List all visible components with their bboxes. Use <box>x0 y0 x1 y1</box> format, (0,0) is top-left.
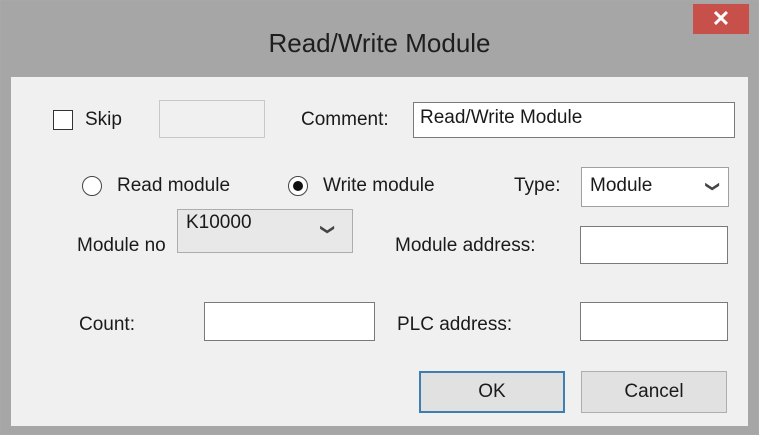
comment-input[interactable]: Read/Write Module <box>413 102 735 138</box>
chevron-down-icon: ❯ <box>705 180 722 193</box>
module-no-label: Module no <box>77 235 166 256</box>
ok-button[interactable]: OK <box>419 371 565 413</box>
type-select-value: Module <box>590 175 653 196</box>
type-select[interactable]: Module ❯ <box>581 167 729 207</box>
module-address-label: Module address: <box>395 235 536 256</box>
close-icon: ✕ <box>711 6 731 31</box>
skip-label: Skip <box>85 109 122 130</box>
type-label: Type: <box>514 175 561 196</box>
close-button[interactable]: ✕ <box>693 4 749 34</box>
dialog-body: Skip Comment: Read/Write Module Read mod… <box>11 77 748 426</box>
radio-selected-dot <box>293 181 303 191</box>
cancel-button[interactable]: Cancel <box>581 371 727 413</box>
dialog-window: Read/Write Module ✕ Skip Comment: Read/W… <box>0 0 759 435</box>
module-address-input[interactable] <box>580 226 728 264</box>
write-module-label[interactable]: Write module <box>323 175 435 197</box>
read-module-radio[interactable] <box>82 176 102 196</box>
dialog-title: Read/Write Module <box>268 28 491 58</box>
write-module-radio[interactable] <box>288 176 308 196</box>
module-no-select-value: K10000 <box>186 212 252 233</box>
skip-checkbox[interactable] <box>53 110 73 130</box>
read-module-label[interactable]: Read module <box>117 175 230 197</box>
plc-address-input[interactable] <box>580 302 728 341</box>
count-input[interactable] <box>204 302 375 341</box>
module-no-select[interactable]: K10000 ❯ <box>177 209 353 253</box>
plc-address-label: PLC address: <box>397 314 513 335</box>
skip-value-field <box>159 100 265 138</box>
count-label: Count: <box>79 314 135 335</box>
chevron-down-icon: ❯ <box>320 223 337 236</box>
title-bar[interactable]: Read/Write Module ✕ <box>1 1 758 77</box>
comment-label: Comment: <box>301 109 389 130</box>
